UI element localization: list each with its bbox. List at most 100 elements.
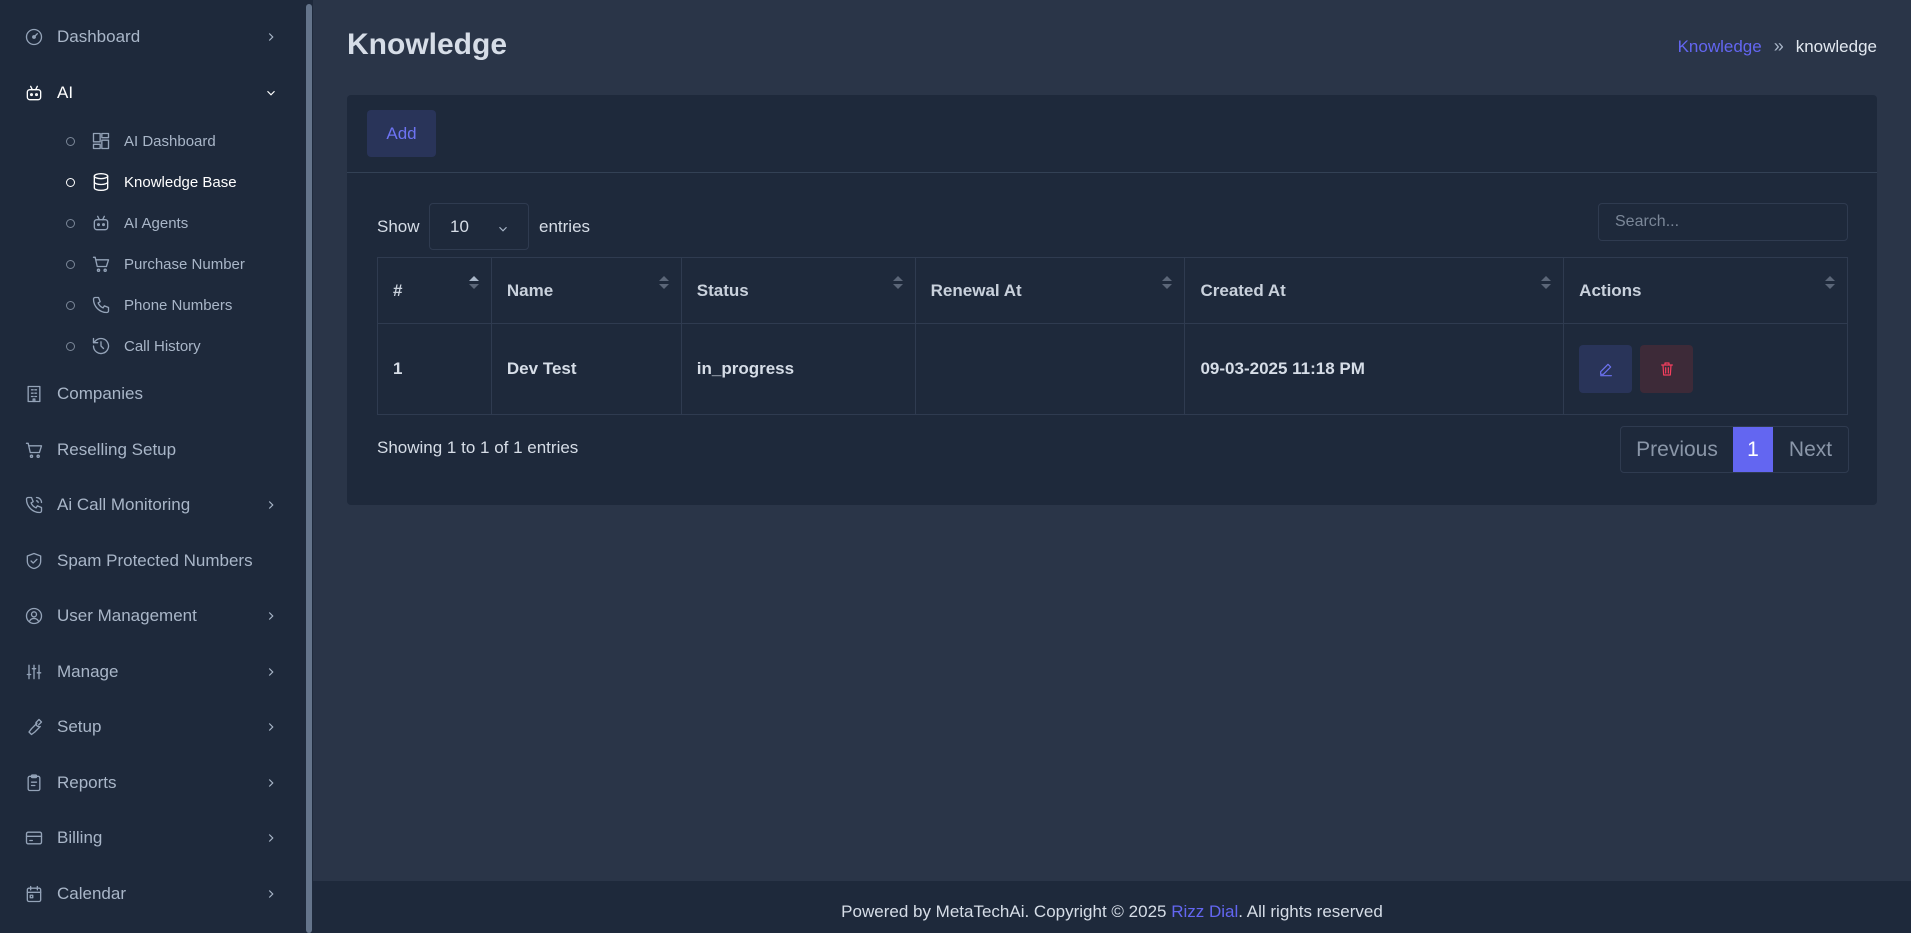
- layout-grid-icon: [90, 130, 112, 152]
- sidebar-item-billing[interactable]: Billing: [0, 818, 290, 858]
- bullet-dot: [66, 259, 75, 269]
- footer: Powered by MetaTechAi. Copyright © 2025 …: [313, 881, 1911, 933]
- sidebar-scrollbar[interactable]: [305, 0, 313, 933]
- sidebar-subitem-label: Call History: [124, 337, 201, 355]
- sidebar-item-label: Ai Call Monitoring: [57, 495, 191, 514]
- shield-check-icon: [23, 550, 45, 572]
- user-circle-icon: [23, 605, 45, 627]
- cart-icon: [23, 439, 45, 461]
- add-button[interactable]: Add: [367, 110, 436, 157]
- sidebar-subitem-ai-agents[interactable]: AI Agents: [60, 207, 290, 239]
- sidebar-item-label: Dashboard: [57, 27, 141, 46]
- sidebar-item-label: Billing: [57, 828, 103, 847]
- sidebar-subitem-label: Knowledge Base: [124, 173, 237, 191]
- knowledge-card: Add Show 10 entries # Name Status Renewa…: [347, 95, 1877, 505]
- bullet-dot: [66, 300, 75, 310]
- cell-name: Dev Test: [490, 323, 682, 415]
- cell-created-at: 09-03-2025 11:18 PM: [1184, 323, 1565, 415]
- cart-icon: [90, 253, 112, 275]
- column-header-label: Actions: [1579, 280, 1642, 300]
- pagination-previous[interactable]: Previous: [1621, 427, 1733, 472]
- sidebar: Dashboard AI AI Dashboard Knowledge Base…: [0, 0, 305, 933]
- sidebar-item-label: Reselling Setup: [57, 440, 177, 459]
- table-row: 1 Dev Test in_progress 09-03-2025 11:18 …: [377, 323, 1848, 415]
- pagination-page-1[interactable]: 1: [1733, 427, 1773, 472]
- chevron-right-icon: [264, 831, 278, 845]
- sidebar-item-label: Spam Protected Numbers: [57, 551, 253, 570]
- sidebar-item-setup[interactable]: Setup: [0, 707, 290, 747]
- calendar-icon: [23, 883, 45, 905]
- sidebar-item-ai-call-monitoring[interactable]: Ai Call Monitoring: [0, 485, 290, 525]
- pagination-next[interactable]: Next: [1773, 427, 1848, 472]
- footer-rights: . All rights reserved: [1238, 902, 1383, 921]
- delete-button[interactable]: [1640, 345, 1694, 393]
- sidebar-item-manage[interactable]: Manage: [0, 652, 290, 692]
- page-title: Knowledge: [347, 28, 508, 61]
- credit-card-icon: [23, 827, 45, 849]
- chevron-right-icon: [264, 887, 278, 901]
- chevron-right-icon: [264, 30, 278, 44]
- breadcrumb-link[interactable]: Knowledge: [1678, 37, 1762, 57]
- entries-select[interactable]: 10: [429, 203, 529, 250]
- sidebar-item-ai[interactable]: AI: [0, 73, 290, 113]
- sidebar-subitem-purchase-number[interactable]: Purchase Number: [60, 248, 290, 280]
- sidebar-subitem-label: Purchase Number: [124, 255, 245, 273]
- column-header-status[interactable]: Status: [680, 257, 916, 324]
- gauge-icon: [23, 26, 45, 48]
- sidebar-item-label: AI: [57, 83, 74, 102]
- showing-entries-text: Showing 1 to 1 of 1 entries: [377, 438, 579, 457]
- bullet-dot: [66, 177, 75, 187]
- sidebar-item-label: Reports: [57, 773, 117, 792]
- sidebar-item-label: Setup: [57, 717, 102, 736]
- sidebar-subitem-label: AI Dashboard: [124, 132, 216, 150]
- sidebar-item-user-management[interactable]: User Management: [0, 596, 290, 636]
- sidebar-item-reselling-setup[interactable]: Reselling Setup: [0, 430, 290, 470]
- clipboard-icon: [23, 772, 45, 794]
- cell-status: in_progress: [680, 323, 916, 415]
- chevron-right-icon: [264, 776, 278, 790]
- sidebar-subitem-knowledge-base[interactable]: Knowledge Base: [60, 166, 290, 198]
- card-header: Add: [347, 95, 1877, 173]
- footer-copyright: Powered by MetaTechAi. Copyright © 2025: [841, 902, 1172, 921]
- sidebar-item-companies[interactable]: Companies: [0, 374, 290, 414]
- sort-icon: [1162, 276, 1173, 292]
- column-header-label: Renewal At: [930, 280, 1022, 300]
- sidebar-item-reports[interactable]: Reports: [0, 763, 290, 803]
- column-header-label: #: [393, 280, 403, 300]
- sort-icon: [1541, 276, 1552, 292]
- cell-actions: [1563, 323, 1848, 415]
- sidebar-item-label: Companies: [57, 384, 143, 403]
- search-input[interactable]: [1598, 203, 1848, 241]
- edit-button[interactable]: [1579, 345, 1633, 393]
- scrollbar-thumb[interactable]: [306, 4, 312, 933]
- sidebar-subitem-phone-numbers[interactable]: Phone Numbers: [60, 289, 290, 321]
- column-header-number[interactable]: #: [377, 257, 492, 324]
- sort-icon: [658, 276, 669, 292]
- cell-number: 1: [377, 323, 492, 415]
- sidebar-item-dashboard[interactable]: Dashboard: [0, 17, 290, 57]
- entries-label: entries: [539, 217, 591, 236]
- sidebar-item-calendar[interactable]: Calendar: [0, 874, 290, 914]
- pagination: Previous 1 Next: [1620, 426, 1849, 473]
- column-header-actions[interactable]: Actions: [1563, 257, 1848, 324]
- breadcrumb-separator: »: [1773, 36, 1784, 56]
- column-header-renewal-at[interactable]: Renewal At: [914, 257, 1186, 324]
- column-header-name[interactable]: Name: [490, 257, 682, 324]
- sidebar-item-spam-protected-numbers[interactable]: Spam Protected Numbers: [0, 541, 290, 581]
- sidebar-subitem-label: AI Agents: [124, 214, 189, 232]
- breadcrumb: Knowledge » knowledge: [1678, 36, 1877, 57]
- sidebar-subitem-ai-dashboard[interactable]: AI Dashboard: [60, 125, 290, 157]
- table-header-row: # Name Status Renewal At Created At Acti…: [377, 257, 1848, 324]
- wrench-icon: [23, 716, 45, 738]
- database-icon: [90, 171, 112, 193]
- sidebar-item-label: Manage: [57, 662, 119, 681]
- robot-icon: [23, 82, 45, 104]
- chevron-down-icon: [496, 221, 510, 241]
- sort-icon: [892, 276, 903, 292]
- sidebar-subitem-call-history[interactable]: Call History: [60, 330, 290, 362]
- column-header-created-at[interactable]: Created At: [1184, 257, 1565, 324]
- bullet-dot: [66, 136, 75, 146]
- robot-icon: [90, 212, 112, 234]
- footer-brand-link[interactable]: Rizz Dial: [1171, 902, 1238, 922]
- knowledge-table: # Name Status Renewal At Created At Acti…: [377, 257, 1848, 415]
